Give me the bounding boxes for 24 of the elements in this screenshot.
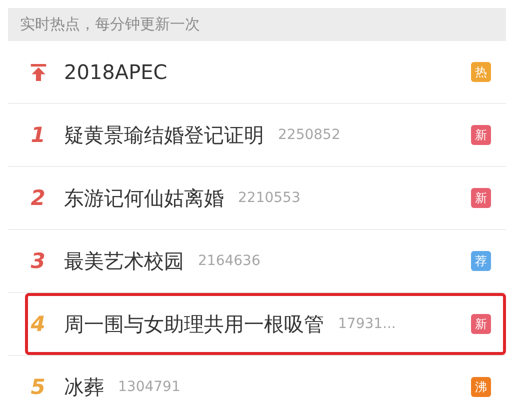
view-count: 2164636 [198,253,260,269]
rank-number: 1 [30,123,46,147]
rank-number: 4 [30,312,46,336]
topic-title[interactable]: 疑黄景瑜结婚登记证明 [64,122,264,148]
topic-badge: 新 [471,125,491,145]
topic-badge: 新 [471,188,491,208]
topic-title[interactable]: 2018APEC [64,60,168,84]
topic-title[interactable]: 冰葬 [64,374,104,400]
topic-title[interactable]: 东游记何仙姑离婚 [64,184,224,212]
rank-number: 3 [30,249,46,273]
view-count: 1304791 [118,379,180,395]
rank-number: 5 [30,375,46,399]
topic-badge: 沸 [471,377,491,397]
pin-top-icon [30,62,46,82]
view-count: 2250852 [278,127,340,143]
view-count: 2210553 [238,190,300,206]
topic-badge: 荐 [471,251,491,271]
topic-title[interactable]: 最美艺术校园 [64,248,184,274]
topic-badge: 新 [471,314,491,334]
topic-title[interactable]: 周一围与女助理共用一根吸管 [64,310,324,338]
topic-badge: 热 [471,62,491,82]
header-text: 实时热点，每分钟更新一次 [20,15,200,34]
rank-number: 2 [30,186,46,210]
view-count: 17931... [338,316,396,332]
